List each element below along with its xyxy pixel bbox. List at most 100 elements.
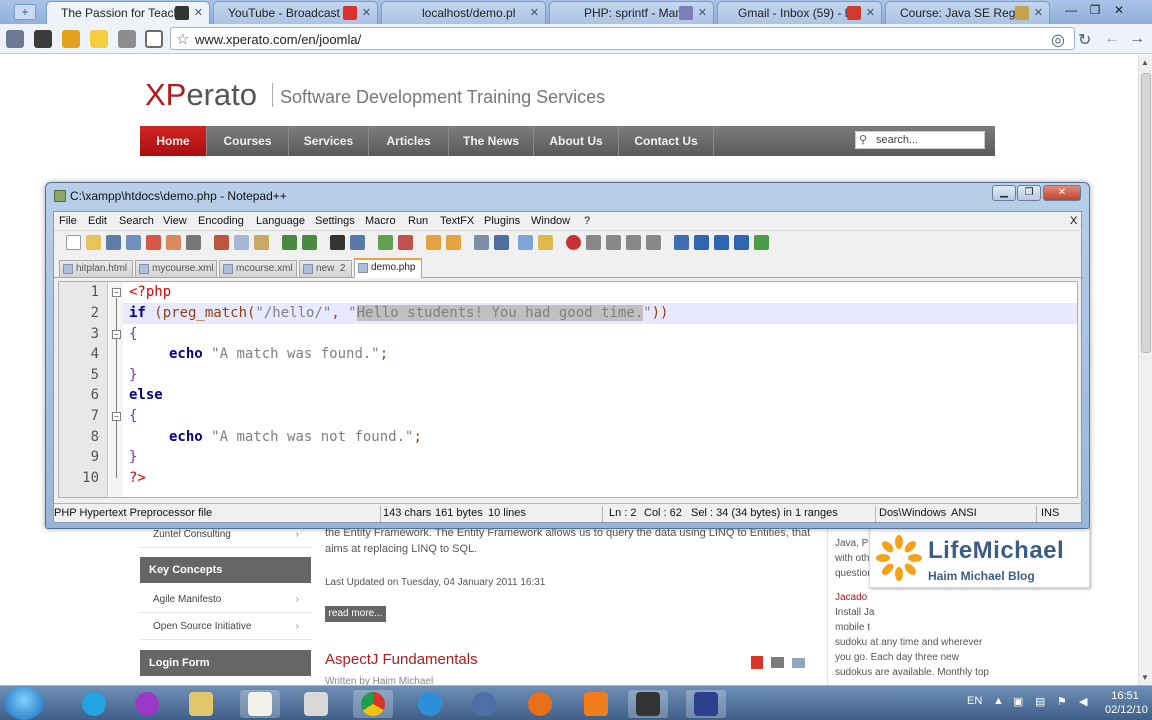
nav-services[interactable]: Services: [289, 126, 369, 156]
close-window-icon[interactable]: ✕: [1107, 2, 1131, 18]
show-all-chars-icon[interactable]: [494, 235, 509, 250]
extension-icon[interactable]: [34, 30, 52, 48]
move-up-icon[interactable]: [694, 235, 709, 250]
save-icon[interactable]: [106, 235, 121, 250]
open-file-icon[interactable]: [86, 235, 101, 250]
menu-encoding[interactable]: Encoding: [198, 215, 244, 227]
pdf-icon[interactable]: [751, 656, 763, 669]
close-icon[interactable]: ✕: [194, 6, 203, 19]
close-icon[interactable]: ✕: [362, 6, 371, 19]
wrench-icon[interactable]: [6, 30, 24, 48]
redo-icon[interactable]: [302, 235, 317, 250]
new-tab-button[interactable]: +: [14, 4, 36, 20]
fold-collapse-icon[interactable]: −: [112, 330, 121, 339]
spell-check-icon[interactable]: [754, 235, 769, 250]
close-all-icon[interactable]: [166, 235, 181, 250]
nav-about-us[interactable]: About Us: [534, 126, 619, 156]
page-scrollbar[interactable]: ▲ ▼: [1138, 55, 1152, 685]
address-bar[interactable]: ☆ www.xperato.com/en/joomla/: [170, 27, 1075, 50]
folder-icon[interactable]: [181, 690, 221, 718]
scroll-down-icon[interactable]: ▼: [1141, 673, 1149, 682]
menu-run[interactable]: Run: [408, 215, 428, 227]
network-icon[interactable]: ▤: [1035, 695, 1045, 708]
menu-search[interactable]: Search: [119, 215, 154, 227]
sync-h-icon[interactable]: [446, 235, 461, 250]
run-macro-multiple-icon[interactable]: [626, 235, 641, 250]
site-logo[interactable]: XPerato: [145, 77, 257, 113]
minimize-icon[interactable]: ▁: [992, 185, 1016, 201]
nav-the-news[interactable]: The News: [449, 126, 534, 156]
sidebar-item-agile[interactable]: Agile Manifesto ›: [140, 587, 311, 613]
word-wrap-icon[interactable]: [474, 235, 489, 250]
menu-language[interactable]: Language: [256, 215, 305, 227]
doc-tab-mycourse[interactable]: mycourse.xml: [135, 260, 217, 277]
system-clock[interactable]: 16:51 02/12/10: [1105, 689, 1148, 717]
page-action-icon[interactable]: ◎: [1051, 30, 1065, 50]
replace-icon[interactable]: [350, 235, 365, 250]
copy-icon[interactable]: [234, 235, 249, 250]
close-icon[interactable]: ✕: [1034, 6, 1043, 19]
nav-home[interactable]: Home: [140, 126, 207, 156]
record-macro-icon[interactable]: [566, 235, 581, 250]
code-editor[interactable]: 1 2 3 4 5 6 7 8 9 10 − − − <?php if (pre…: [58, 281, 1078, 498]
move-down-icon[interactable]: [714, 235, 729, 250]
skype-icon[interactable]: [74, 690, 114, 718]
menu-textfx[interactable]: TextFX: [440, 215, 474, 227]
maximize-icon[interactable]: ❐: [1083, 2, 1107, 18]
menu-view[interactable]: View: [163, 215, 187, 227]
close-icon[interactable]: ✕: [866, 6, 875, 19]
article-title[interactable]: AspectJ Fundamentals: [325, 651, 478, 668]
volume-icon[interactable]: ◀: [1079, 695, 1087, 708]
indent-guide-icon[interactable]: [518, 235, 533, 250]
menu-plugins[interactable]: Plugins: [484, 215, 520, 227]
reload-icon[interactable]: ↻: [1078, 30, 1091, 50]
doc-tab-new2[interactable]: new 2: [299, 260, 352, 277]
firefox-icon[interactable]: [520, 690, 560, 718]
minimize-icon[interactable]: —: [1059, 2, 1083, 18]
tray-arrow-icon[interactable]: ▲: [993, 695, 1004, 707]
ie-icon[interactable]: [410, 690, 450, 718]
start-button[interactable]: [4, 687, 44, 720]
browser-tab-php-manual[interactable]: PHP: sprintf - Manual ✕: [549, 1, 714, 24]
new-file-icon[interactable]: [66, 235, 81, 250]
browser-tab-gmail[interactable]: Gmail - Inbox (59) - hai... ✕: [717, 1, 882, 24]
tray-app-icon[interactable]: ▣: [1013, 695, 1023, 708]
extension-star-icon[interactable]: [62, 30, 80, 48]
read-more-button[interactable]: read more...: [325, 606, 386, 622]
sort-icon[interactable]: [734, 235, 749, 250]
close-icon[interactable]: ✕: [698, 6, 707, 19]
nav-articles[interactable]: Articles: [369, 126, 449, 156]
save-macro-icon[interactable]: [646, 235, 661, 250]
scroll-up-icon[interactable]: ▲: [1141, 58, 1149, 67]
language-indicator[interactable]: EN: [967, 695, 982, 707]
flag-icon[interactable]: ⚑: [1057, 695, 1067, 708]
maximize-icon[interactable]: ❐: [1017, 185, 1041, 201]
close-file-icon[interactable]: [146, 235, 161, 250]
itunes-icon[interactable]: [464, 690, 504, 718]
bookmark-star-icon[interactable]: ☆: [176, 30, 189, 48]
media-player-icon[interactable]: [628, 690, 668, 718]
doc-tab-mcourse[interactable]: mcourse.xml: [219, 260, 297, 277]
browser-tab-localhost[interactable]: localhost/demo.php ✕: [381, 1, 546, 24]
chrome-icon[interactable]: [353, 690, 393, 718]
browser-tab-passion[interactable]: The Passion for Teachin... ✕: [46, 1, 210, 25]
zoom-in-icon[interactable]: [378, 235, 393, 250]
p-app-icon[interactable]: [127, 690, 167, 718]
textfx-icon[interactable]: [674, 235, 689, 250]
site-search-input[interactable]: ⚲ search...: [855, 131, 985, 149]
doc-tab-demo-php[interactable]: demo.php: [354, 258, 422, 278]
close-icon[interactable]: ✕: [1043, 185, 1081, 201]
menu-window[interactable]: Window: [531, 215, 570, 227]
print-icon[interactable]: [186, 235, 201, 250]
sync-v-icon[interactable]: [426, 235, 441, 250]
email-icon[interactable]: [792, 658, 805, 668]
notepad-icon[interactable]: [240, 690, 280, 718]
documents-icon[interactable]: [296, 690, 336, 718]
user-lang-icon[interactable]: [538, 235, 553, 250]
doc-tab-hitplan[interactable]: hitplan.html: [59, 260, 133, 277]
back-arrow-icon[interactable]: ←: [1104, 30, 1120, 48]
zoom-out-icon[interactable]: [398, 235, 413, 250]
fold-collapse-icon[interactable]: −: [112, 412, 121, 421]
close-document-icon[interactable]: X: [1070, 215, 1077, 227]
nav-courses[interactable]: Courses: [207, 126, 289, 156]
